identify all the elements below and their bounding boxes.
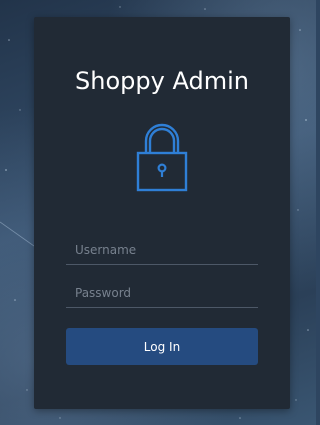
login-button[interactable]: Log In <box>66 328 258 365</box>
login-card: Shoppy Admin Log In <box>34 17 290 409</box>
app-title: Shoppy Admin <box>75 67 249 95</box>
password-input[interactable] <box>66 278 258 308</box>
lock-icon <box>136 123 188 192</box>
username-input[interactable] <box>66 235 258 265</box>
